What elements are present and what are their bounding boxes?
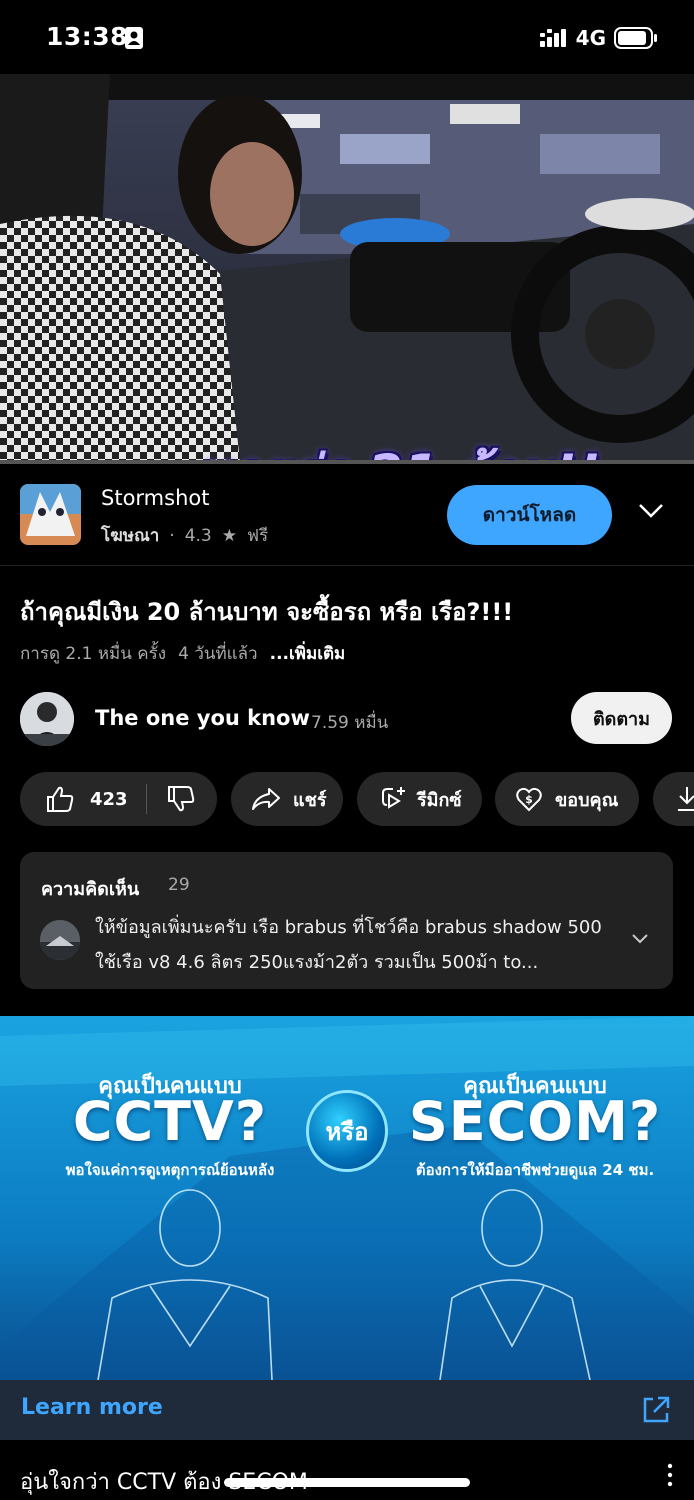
status-bar: 13:38 4G [0,0,694,74]
more-link[interactable]: ...เพิ่มเติม [270,640,346,667]
app-rating: 4.3 [184,525,212,546]
comments-count: 29 [168,875,190,895]
share-button[interactable]: แชร์ [231,772,343,826]
video-frame [0,74,694,462]
video-title[interactable]: ถ้าคุณมีเงิน 20 ล้านบาท จะซื้อรถ หรือ เร… [20,592,513,631]
subscribe-button[interactable]: ติดตาม [571,692,672,744]
channel-name[interactable]: The one you know [95,706,310,730]
download-video-button[interactable] [653,772,694,826]
download-button[interactable]: ดาวน์โหลด [447,485,612,545]
sponsored-label: โฆษณา [101,526,160,546]
thumbs-down-icon [167,786,194,812]
open-external-icon[interactable] [641,1395,671,1425]
app-price: ฟรี [246,526,269,546]
left-subtext: พอใจแค่การดูเหตุการณ์ย้อนหลัง [65,1161,275,1179]
download-icon [678,787,694,811]
chevron-down-icon[interactable] [638,503,664,519]
network-label: 4G [575,26,606,50]
action-bar: 423 แชร์ รีมิกซ์ $ ขอบคุณ [20,772,694,826]
star-icon: ★ [221,525,237,546]
ad-app-name: Stormshot [101,486,210,510]
chevron-down-icon[interactable] [632,934,648,944]
home-indicator[interactable] [224,1478,470,1487]
video-player[interactable]: ทายว่า 21 ล้าน!! [0,74,694,462]
remix-button[interactable]: รีมิกซ์ [357,772,482,826]
channel-row[interactable]: The one you know 7.59 หมื่น ติดตาม [0,690,694,750]
like-count: 423 [90,788,128,810]
right-headline-big: SECOM? [408,1090,662,1153]
remix-label: รีมิกซ์ [417,789,462,811]
heart-dollar-icon: $ [516,787,542,812]
comments-panel[interactable]: ความคิดเห็น 29 ให้ข้อมูลเพิ่มนะครับ เรือ… [20,852,673,989]
thumbs-up-icon [47,786,74,812]
learn-more-link[interactable]: Learn more [21,1395,163,1420]
commenter-avatar [40,920,80,960]
like-button[interactable]: 423 [20,772,128,826]
learn-more-row[interactable]: Learn more [0,1380,694,1440]
thanks-label: ขอบคุณ [555,789,619,811]
thanks-button[interactable]: $ ขอบคุณ [495,772,639,826]
contact-card-icon [125,27,143,49]
or-badge: หรือ [306,1090,388,1172]
right-subtext: ต้องการให้มืออาชีพช่วยดูแล 24 ชม. [415,1161,655,1179]
svg-text:$: $ [525,793,533,806]
share-icon [252,788,280,810]
battery-icon [614,27,657,49]
top-comment-text: ให้ข้อมูลเพิ่มนะครับ เรือ brabus ที่โชว์… [95,917,602,973]
left-headline-big: CCTV? [72,1090,268,1153]
more-vert-icon[interactable] [664,1462,676,1488]
share-label: แชร์ [293,789,327,811]
channel-avatar[interactable] [20,692,74,746]
upload-age: 4 วันที่แล้ว [178,644,258,664]
status-time: 13:38 [46,22,129,51]
view-count: การดู 2.1 หมื่น ครั้ง [20,644,167,664]
meta-dot: · [169,525,175,546]
sponsored-app-row[interactable]: Stormshot โฆษณา · 4.3 ★ ฟรี ดาวน์โหลด [0,466,694,566]
video-caption: ทายว่า 21 ล้าน!! [198,434,601,462]
banner-ad[interactable]: คุณเป็นคนแบบ CCTV? พอใจแค่การดูเหตุการณ์… [0,1016,694,1380]
comments-header: ความคิดเห็น [41,879,140,900]
video-meta[interactable]: การดู 2.1 หมื่น ครั้ง 4 วันที่แล้ว ...เพ… [20,640,345,667]
subscriber-count: 7.59 หมื่น [311,713,389,733]
signal-icon [539,29,566,47]
remix-icon [382,787,405,809]
like-dislike-pill: 423 [20,772,217,826]
stormshot-app-icon [20,484,81,545]
dislike-button[interactable] [147,772,195,826]
video-progress-bar[interactable] [0,460,694,464]
ad-app-meta: โฆษณา · 4.3 ★ ฟรี [101,522,268,549]
